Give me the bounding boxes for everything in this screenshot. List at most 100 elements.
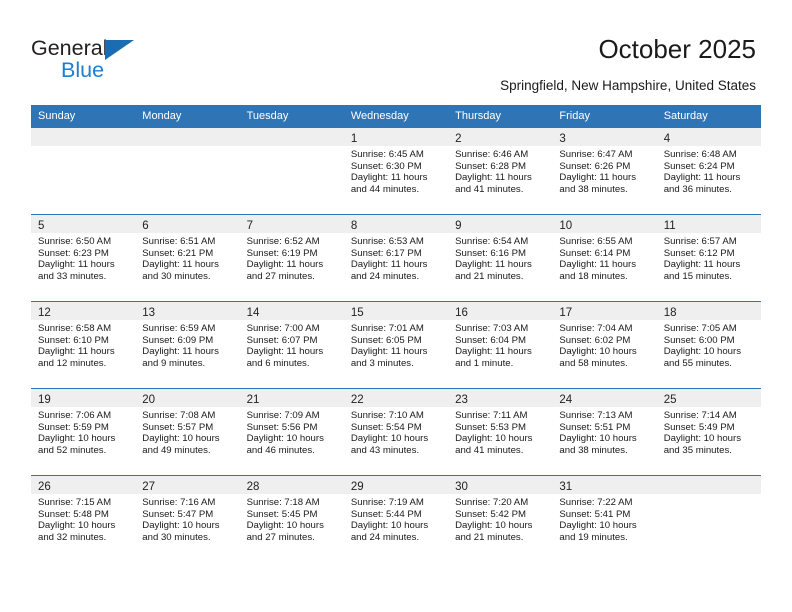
day-cell-content: 5 Sunrise: 6:50 AM Sunset: 6:23 PM Daylight… [31,215,136,301]
calendar-day-cell[interactable]: 16 Sunrise: 7:03 AM Sunset: 6:04 PM Dayligh… [448,301,553,389]
day-number: 27 [142,481,156,493]
calendar-day-cell[interactable]: 26 Sunrise: 7:15 AM Sunset: 5:48 PM Dayligh… [31,475,136,562]
calendar-day-cell[interactable]: 15 Sunrise: 7:01 AM Sunset: 6:05 PM Dayligh… [343,301,449,389]
day-sun-info: Sunrise: 6:46 AM Sunset: 6:28 PM Daylight:… [448,146,552,195]
sunset-text: Sunset: 5:53 PM [455,421,527,433]
sunrise-text: Sunrise: 7:18 AM [246,497,320,508]
day-cell-content: 23 Sunrise: 7:11 AM Sunset: 5:53 PM Dayligh… [448,389,553,475]
calendar-day-cell[interactable]: 24 Sunrise: 7:13 AM Sunset: 5:51 PM Dayligh… [552,388,657,476]
calendar-day-cell[interactable]: 7 Sunrise: 6:52 AM Sunset: 6:19 PM Daylight… [239,214,344,302]
sunrise-text: Sunrise: 6:47 AM [559,149,633,160]
sunset-text: Sunset: 5:42 PM [455,508,527,520]
calendar-day-cell[interactable]: 6 Sunrise: 6:51 AM Sunset: 6:21 PM Daylight… [135,214,240,302]
day-number: 20 [142,394,156,406]
sunrise-text: Sunrise: 7:20 AM [455,497,529,508]
daylight-text: Daylight: 10 hours and 38 minutes. [559,433,637,456]
day-number: 29 [350,481,364,493]
daylight-text: Daylight: 11 hours and 36 minutes. [663,172,741,195]
calendar-day-cell[interactable]: 25 Sunrise: 7:14 AM Sunset: 5:49 PM Dayligh… [656,388,761,476]
day-sun-info: Sunrise: 7:05 AM Sunset: 6:00 PM Daylight:… [657,320,761,369]
calendar-day-cell[interactable]: 27 Sunrise: 7:16 AM Sunset: 5:47 PM Dayligh… [135,475,240,562]
day-sun-info: Sunrise: 7:09 AM Sunset: 5:56 PM Daylight:… [240,407,344,456]
calendar-day-cell[interactable]: 28 Sunrise: 7:18 AM Sunset: 5:45 PM Dayligh… [239,475,344,562]
calendar-week-row: 5 Sunrise: 6:50 AM Sunset: 6:23 PM Daylight… [31,214,761,302]
day-number-band: 9 [448,215,553,233]
day-number: 28 [246,481,260,493]
sunset-text: Sunset: 5:44 PM [350,508,422,520]
daylight-text: Daylight: 10 hours and 35 minutes. [663,433,742,456]
day-number-band: 15 [343,302,449,320]
sunset-text: Sunset: 5:51 PM [559,421,631,433]
day-number: 7 [246,220,253,232]
day-cell-content: 14 Sunrise: 7:00 AM Sunset: 6:07 PM Dayligh… [239,302,344,388]
calendar-day-cell[interactable]: 20 Sunrise: 7:08 AM Sunset: 5:57 PM Dayligh… [135,388,240,476]
calendar-day-cell[interactable]: 1 Sunrise: 6:45 AM Sunset: 6:30 PM Daylight… [343,127,449,215]
calendar-day-cell[interactable]: 2 Sunrise: 6:46 AM Sunset: 6:28 PM Daylight… [448,127,553,215]
calendar-day-cell[interactable]: 29 Sunrise: 7:19 AM Sunset: 5:44 PM Dayligh… [343,475,449,562]
day-number: 3 [559,133,566,145]
calendar-day-cell[interactable]: 3 Sunrise: 6:47 AM Sunset: 6:26 PM Daylight… [552,127,657,215]
calendar-day-cell[interactable]: 18 Sunrise: 7:05 AM Sunset: 6:00 PM Dayligh… [656,301,761,389]
calendar-day-cell[interactable]: 17 Sunrise: 7:04 AM Sunset: 6:02 PM Dayligh… [552,301,657,389]
day-sun-info: Sunrise: 7:04 AM Sunset: 6:02 PM Daylight:… [552,320,656,369]
day-cell-content: 12 Sunrise: 6:58 AM Sunset: 6:10 PM Dayligh… [31,302,136,388]
day-cell-content: 4 Sunrise: 6:48 AM Sunset: 6:24 PM Daylight… [656,128,761,214]
general-blue-logo[interactable]: General Blue [31,36,211,88]
calendar-day-cell[interactable]: 5 Sunrise: 6:50 AM Sunset: 6:23 PM Daylight… [31,214,136,302]
day-sun-info: Sunrise: 7:15 AM Sunset: 5:48 PM Daylight:… [31,494,135,543]
calendar-day-cell[interactable]: 30 Sunrise: 7:20 AM Sunset: 5:42 PM Dayligh… [448,475,553,562]
day-number-band [31,128,136,146]
daylight-text: Daylight: 11 hours and 44 minutes. [350,172,428,195]
weekday-header-saturday: Saturday [656,105,761,128]
day-number-band: 23 [448,389,553,407]
calendar-day-cell[interactable]: 23 Sunrise: 7:11 AM Sunset: 5:53 PM Dayligh… [448,388,553,476]
calendar-day-cell[interactable]: 14 Sunrise: 7:00 AM Sunset: 6:07 PM Dayligh… [239,301,344,389]
daylight-text: Daylight: 11 hours and 18 minutes. [559,259,637,282]
day-cell-content: 30 Sunrise: 7:20 AM Sunset: 5:42 PM Dayligh… [448,476,553,562]
calendar-week-row: 12 Sunrise: 6:58 AM Sunset: 6:10 PM Dayligh… [31,301,761,389]
day-cell-content [135,128,240,214]
calendar-day-cell[interactable]: 19 Sunrise: 7:06 AM Sunset: 5:59 PM Dayligh… [31,388,136,476]
daylight-text: Daylight: 10 hours and 49 minutes. [142,433,220,456]
sunrise-text: Sunrise: 6:51 AM [142,236,216,247]
sunrise-sunset-calendar-table: Sunday Monday Tuesday Wednesday Thursday… [31,105,761,562]
daylight-text: Daylight: 10 hours and 27 minutes. [246,520,324,543]
daylight-text: Daylight: 11 hours and 38 minutes. [559,172,637,195]
calendar-day-cell[interactable]: 13 Sunrise: 6:59 AM Sunset: 6:09 PM Dayligh… [135,301,240,389]
calendar-day-cell[interactable]: 22 Sunrise: 7:10 AM Sunset: 5:54 PM Dayligh… [343,388,449,476]
day-number-band: 5 [31,215,136,233]
day-number-band: 1 [343,128,449,146]
sunset-text: Sunset: 6:21 PM [142,247,214,259]
calendar-day-cell[interactable]: 21 Sunrise: 7:09 AM Sunset: 5:56 PM Dayligh… [239,388,344,476]
sunrise-text: Sunrise: 6:57 AM [663,236,737,247]
sunset-text: Sunset: 6:10 PM [38,334,109,346]
sunset-text: Sunset: 5:41 PM [559,508,631,520]
calendar-day-cell[interactable]: 10 Sunrise: 6:55 AM Sunset: 6:14 PM Dayligh… [552,214,657,302]
sunrise-text: Sunrise: 7:11 AM [455,410,528,421]
day-sun-info: Sunrise: 6:58 AM Sunset: 6:10 PM Daylight:… [31,320,135,369]
day-number: 17 [559,307,573,319]
calendar-day-cell[interactable]: 12 Sunrise: 6:58 AM Sunset: 6:10 PM Dayligh… [31,301,136,389]
calendar-week-row: 19 Sunrise: 7:06 AM Sunset: 5:59 PM Dayligh… [31,388,761,476]
daylight-text: Daylight: 10 hours and 52 minutes. [38,433,116,456]
weekday-header-tuesday: Tuesday [239,105,344,128]
day-cell-content: 29 Sunrise: 7:19 AM Sunset: 5:44 PM Dayligh… [343,476,449,562]
calendar-day-cell[interactable]: 8 Sunrise: 6:53 AM Sunset: 6:17 PM Daylight… [343,214,449,302]
day-cell-content [239,128,344,214]
calendar-day-cell[interactable]: 4 Sunrise: 6:48 AM Sunset: 6:24 PM Daylight… [656,127,761,215]
sunset-text: Sunset: 6:07 PM [246,334,318,346]
day-cell-content: 22 Sunrise: 7:10 AM Sunset: 5:54 PM Dayligh… [343,389,449,475]
calendar-day-cell[interactable]: 11 Sunrise: 6:57 AM Sunset: 6:12 PM Dayligh… [656,214,761,302]
day-sun-info: Sunrise: 7:08 AM Sunset: 5:57 PM Daylight:… [135,407,239,456]
day-number: 14 [246,307,260,319]
day-number-band: 21 [239,389,344,407]
sunset-text: Sunset: 6:17 PM [350,247,422,259]
day-number-band [135,128,240,146]
blue-triangle-icon [105,40,134,60]
day-cell-content: 7 Sunrise: 6:52 AM Sunset: 6:19 PM Daylight… [239,215,344,301]
daylight-text: Daylight: 11 hours and 24 minutes. [350,259,428,282]
calendar-empty-cell [656,475,761,562]
calendar-day-cell[interactable]: 9 Sunrise: 6:54 AM Sunset: 6:16 PM Daylight… [448,214,553,302]
day-number-band: 18 [656,302,761,320]
calendar-day-cell[interactable]: 31 Sunrise: 7:22 AM Sunset: 5:41 PM Dayligh… [552,475,657,562]
